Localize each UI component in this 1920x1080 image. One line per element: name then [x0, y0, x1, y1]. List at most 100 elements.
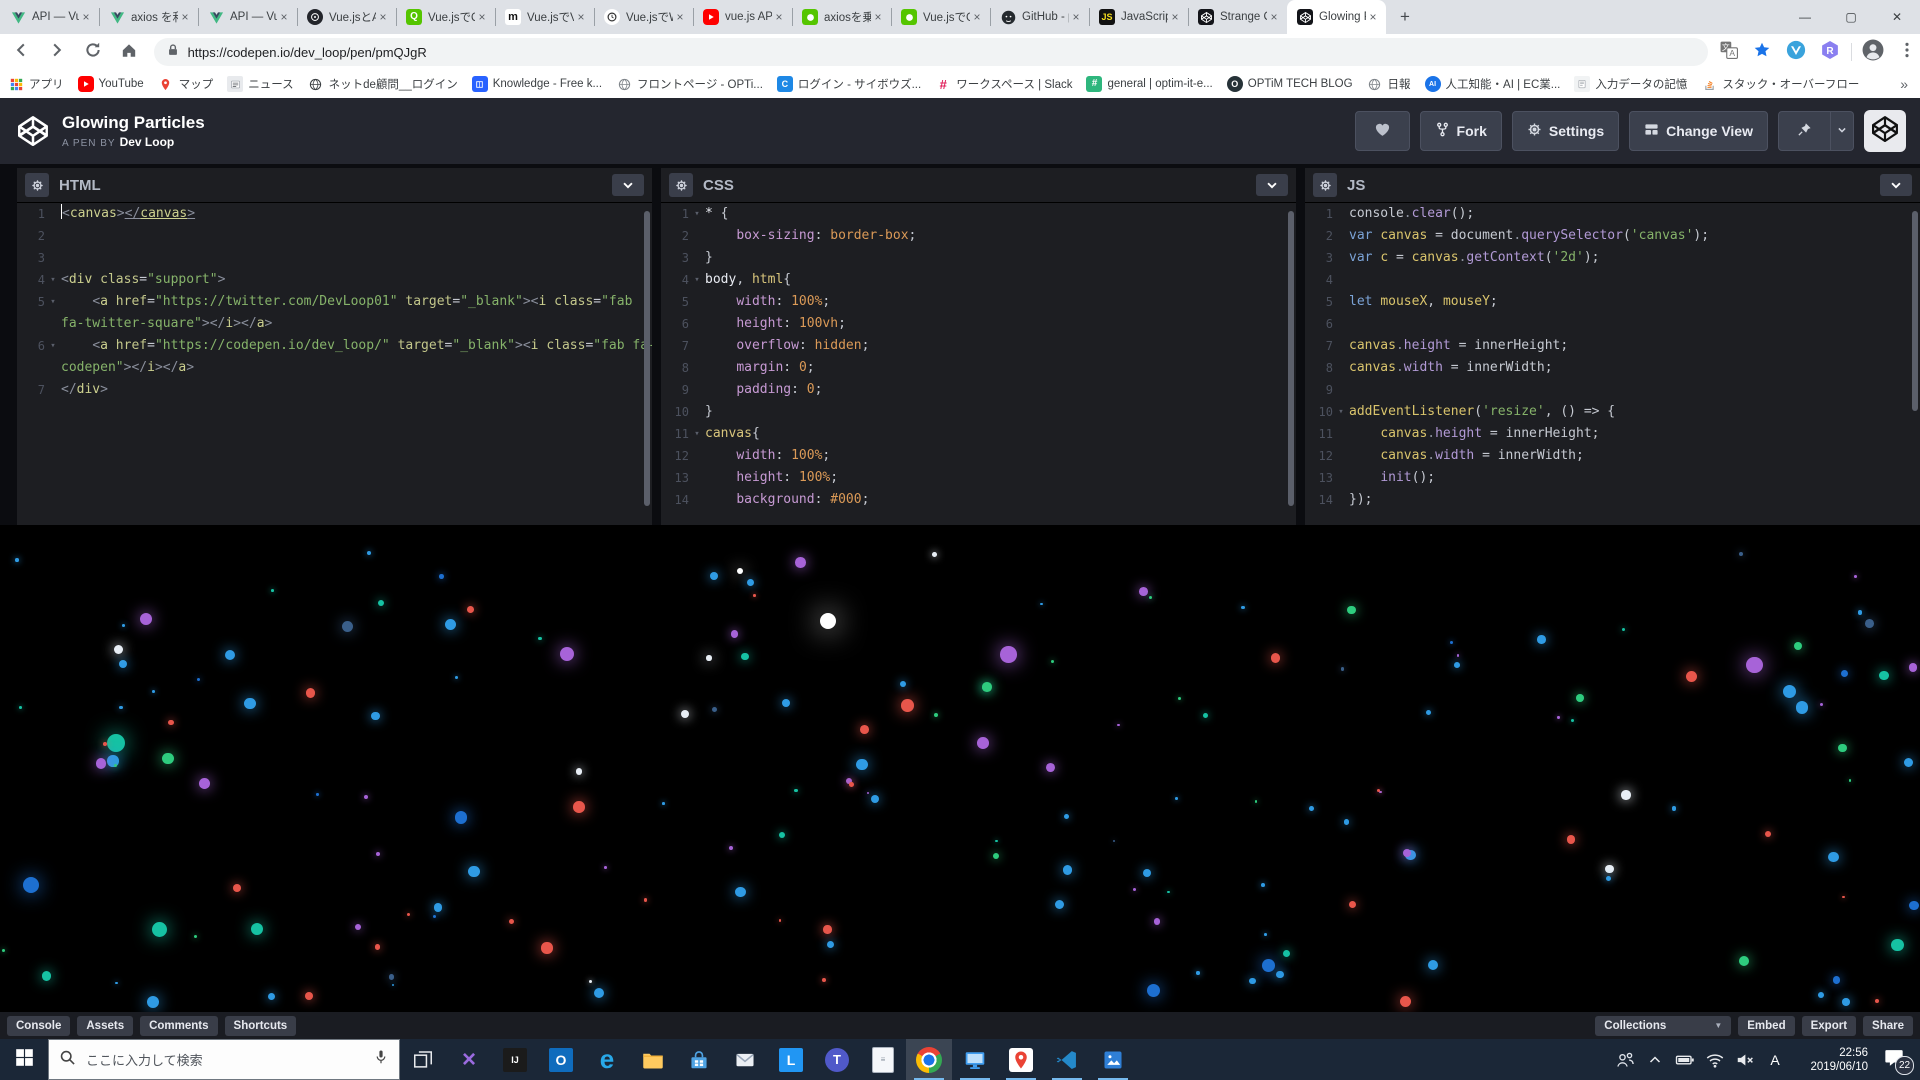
bookmark-item[interactable]: YouTube: [77, 76, 144, 92]
browser-tab[interactable]: axiosを乗り ×: [792, 0, 891, 34]
panel-gear-button[interactable]: [1313, 173, 1337, 197]
panel-collapse-button[interactable]: [1880, 174, 1912, 196]
bookmark-item[interactable]: マップ: [158, 76, 213, 92]
browser-tab[interactable]: GitHub - p ×: [990, 0, 1089, 34]
new-tab-button[interactable]: +: [1390, 3, 1420, 31]
tab-close-icon[interactable]: ×: [79, 10, 93, 24]
comments-button[interactable]: Comments: [140, 1015, 218, 1036]
taskbar-intellij-icon[interactable]: IJ: [492, 1039, 538, 1080]
preview-canvas[interactable]: [0, 525, 1920, 1012]
taskbar-monitor-icon[interactable]: [952, 1039, 998, 1080]
taskbar-explorer-icon[interactable]: [630, 1039, 676, 1080]
browser-tab[interactable]: Q Vue.jsでQii ×: [396, 0, 495, 34]
bookmark-item[interactable]: アプリ: [8, 76, 64, 92]
extension-vue-devtools[interactable]: [1783, 39, 1809, 65]
settings-button[interactable]: Settings: [1511, 111, 1620, 151]
tray-volume-mute-icon[interactable]: [1730, 1039, 1760, 1080]
taskbar-l-app-icon[interactable]: L: [768, 1039, 814, 1080]
profile-button[interactable]: [1860, 39, 1886, 65]
close-button[interactable]: ✕: [1874, 0, 1920, 34]
taskbar-search-input[interactable]: ここに入力して検索: [48, 1039, 400, 1080]
tray-people-icon[interactable]: [1610, 1039, 1640, 1080]
taskbar-mail-icon[interactable]: [722, 1039, 768, 1080]
action-center-button[interactable]: 22: [1868, 1039, 1920, 1080]
change-view-button[interactable]: Change View: [1629, 111, 1768, 151]
pin-button[interactable]: [1778, 111, 1831, 151]
browser-tab[interactable]: Vue.jsでGE ×: [891, 0, 990, 34]
tray-battery-icon[interactable]: [1670, 1039, 1700, 1080]
bookmark-item[interactable]: C ログイン - サイボウズ...: [776, 76, 921, 92]
tray-chevron-up-icon[interactable]: [1640, 1039, 1670, 1080]
taskbar-visual-studio-icon[interactable]: ×: [446, 1039, 492, 1080]
bookmark-item[interactable]: O OPTiM TECH BLOG: [1226, 76, 1353, 92]
editor-scrollbar[interactable]: [644, 211, 650, 506]
share-button[interactable]: Share: [1863, 1015, 1913, 1036]
extension-r[interactable]: R: [1817, 39, 1843, 65]
bookmark-item[interactable]: 入力データの記憶: [1574, 76, 1687, 92]
css-code-editor[interactable]: 1 ▾ * {2 box-sizing: border-box; 3} 4 ▾ body, …: [661, 203, 1296, 525]
pen-author[interactable]: Dev Loop: [120, 135, 175, 149]
browser-tab[interactable]: JS JavaScript ×: [1089, 0, 1188, 34]
browser-tab[interactable]: API — Vue ×: [0, 0, 99, 34]
tab-close-icon[interactable]: ×: [1366, 10, 1380, 24]
tab-close-icon[interactable]: ×: [970, 10, 984, 24]
taskbar-edge-icon[interactable]: e: [584, 1039, 630, 1080]
bookmark-item[interactable]: スタック・オーバーフロー: [1701, 76, 1859, 92]
export-button[interactable]: Export: [1801, 1015, 1857, 1036]
taskbar-store-icon[interactable]: [676, 1039, 722, 1080]
minimize-button[interactable]: —: [1782, 0, 1828, 34]
bookmark-item[interactable]: 日報: [1367, 76, 1411, 92]
taskbar-maps-pin-icon[interactable]: [998, 1039, 1044, 1080]
taskbar-photos-icon[interactable]: [1090, 1039, 1136, 1080]
tab-close-icon[interactable]: ×: [871, 10, 885, 24]
taskbar-vscode-icon[interactable]: [1044, 1039, 1090, 1080]
taskbar-teams-icon[interactable]: T: [814, 1039, 860, 1080]
editor-scrollbar[interactable]: [1912, 211, 1918, 411]
tab-close-icon[interactable]: ×: [475, 10, 489, 24]
start-button[interactable]: [0, 1039, 48, 1080]
bookmark-item[interactable]: ネットde顧問__ログイン: [308, 76, 458, 92]
embed-button[interactable]: Embed: [1738, 1015, 1795, 1036]
browser-tab[interactable]: API — Vue ×: [198, 0, 297, 34]
reload-button[interactable]: [78, 37, 108, 67]
translate-button[interactable]: 文A: [1716, 39, 1742, 65]
browser-tab[interactable]: Vue.jsとAxi ×: [297, 0, 396, 34]
tab-close-icon[interactable]: ×: [772, 10, 786, 24]
shortcuts-button[interactable]: Shortcuts: [224, 1015, 297, 1036]
browser-tab[interactable]: Strange C ×: [1188, 0, 1287, 34]
bookmark-item[interactable]: # ワークスペース | Slack: [935, 76, 1073, 92]
tab-close-icon[interactable]: ×: [574, 10, 588, 24]
taskbar-notepad-icon[interactable]: ≡: [860, 1039, 906, 1080]
menu-button[interactable]: [1894, 39, 1920, 65]
html-code-editor[interactable]: 1 <canvas></canvas> 2 3 4 ▾ <div class="suppor…: [17, 203, 652, 525]
collections-dropdown[interactable]: Collections ▼: [1595, 1015, 1732, 1036]
browser-tab[interactable]: Vue.jsでWP ×: [594, 0, 693, 34]
bookmarks-overflow-button[interactable]: »: [1900, 76, 1908, 92]
browser-tab[interactable]: axios を利 ×: [99, 0, 198, 34]
taskbar-task-view-icon[interactable]: [400, 1039, 446, 1080]
bookmark-item[interactable]: # general | optim-it-e...: [1086, 76, 1213, 92]
editor-scrollbar[interactable]: [1288, 211, 1294, 506]
back-button[interactable]: [6, 37, 36, 67]
bookmark-item[interactable]: Knowledge - Free k...: [471, 76, 602, 92]
panel-gear-button[interactable]: [25, 173, 49, 197]
home-button[interactable]: [114, 37, 144, 67]
tab-close-icon[interactable]: ×: [1168, 10, 1182, 24]
browser-tab[interactable]: Glowing P ×: [1287, 0, 1386, 34]
forward-button[interactable]: [42, 37, 72, 67]
bookmark-item[interactable]: AI 人工知能・AI | EC業...: [1424, 76, 1560, 92]
taskbar-chrome-icon[interactable]: [906, 1039, 952, 1080]
browser-tab[interactable]: m Vue.jsでVu ×: [495, 0, 594, 34]
user-avatar[interactable]: [1864, 110, 1906, 152]
bookmark-item[interactable]: フロントページ - OPTi...: [616, 76, 763, 92]
codepen-logo-icon[interactable]: [16, 116, 50, 147]
bookmark-item[interactable]: ニュース: [227, 76, 294, 92]
tab-close-icon[interactable]: ×: [673, 10, 687, 24]
panel-collapse-button[interactable]: [1256, 174, 1288, 196]
assets-button[interactable]: Assets: [77, 1015, 134, 1036]
pin-dropdown-button[interactable]: [1831, 111, 1854, 151]
tray-wifi-icon[interactable]: [1700, 1039, 1730, 1080]
fork-button[interactable]: Fork: [1419, 111, 1502, 151]
taskbar-clock[interactable]: 22:56 2019/06/10: [1794, 1046, 1868, 1074]
browser-tab[interactable]: vue.js API ×: [693, 0, 792, 34]
